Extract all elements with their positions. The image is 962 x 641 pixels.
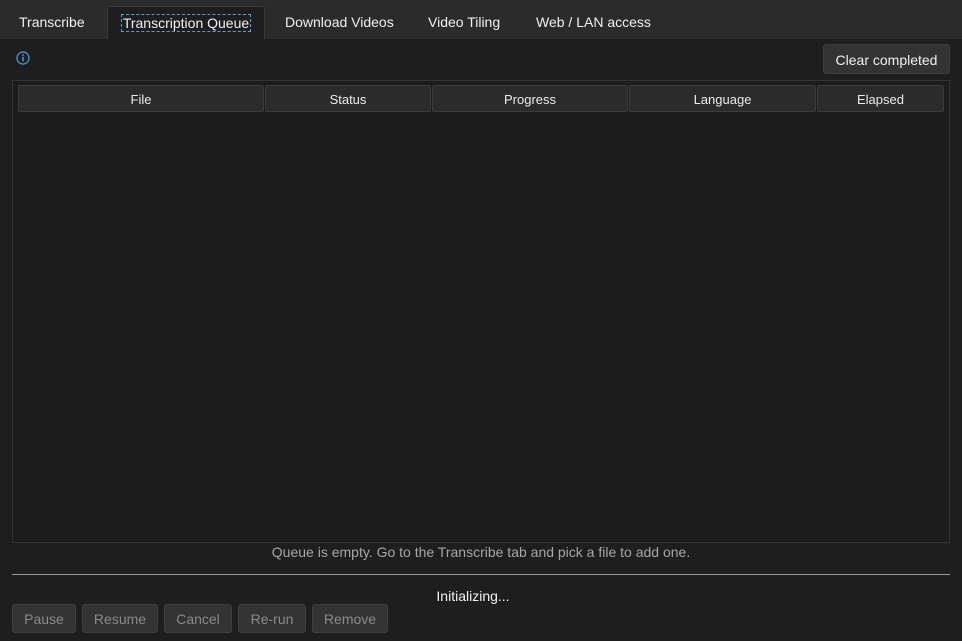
info-circle-icon[interactable] (16, 51, 30, 65)
clear-completed-button[interactable]: Clear completed (823, 44, 950, 74)
pause-button[interactable]: Pause (12, 604, 76, 633)
remove-button[interactable]: Remove (312, 604, 388, 633)
empty-queue-message: Queue is empty. Go to the Transcribe tab… (271, 544, 691, 560)
tab-transcription-queue[interactable]: Transcription Queue (107, 6, 265, 39)
queue-panel: Clear completed File Status Progress Lan… (0, 39, 962, 641)
column-header-file[interactable]: File (18, 85, 264, 112)
tab-download-videos-label: Download Videos (285, 14, 394, 30)
tab-transcribe[interactable]: Transcribe (19, 6, 85, 39)
status-text: Initializing... (436, 588, 510, 604)
tab-transcribe-label: Transcribe (19, 14, 85, 30)
tab-bar: Transcribe Transcription Queue Download … (0, 0, 962, 39)
tab-video-tiling-label: Video Tiling (428, 14, 501, 30)
rerun-button[interactable]: Re-run (238, 604, 306, 633)
cancel-button[interactable]: Cancel (164, 604, 232, 633)
tab-download-videos[interactable]: Download Videos (285, 6, 394, 39)
column-header-language[interactable]: Language (629, 85, 816, 112)
tab-transcription-queue-label: Transcription Queue (120, 14, 252, 32)
resume-button[interactable]: Resume (82, 604, 158, 633)
tab-video-tiling[interactable]: Video Tiling (428, 6, 500, 39)
queue-table[interactable]: File Status Progress Language Elapsed (12, 80, 950, 543)
column-header-elapsed[interactable]: Elapsed (817, 85, 944, 112)
tab-web-lan-access[interactable]: Web / LAN access (536, 6, 651, 39)
tab-web-lan-access-label: Web / LAN access (536, 14, 651, 30)
column-header-status[interactable]: Status (265, 85, 431, 112)
column-header-progress[interactable]: Progress (432, 85, 628, 112)
divider (12, 574, 950, 575)
